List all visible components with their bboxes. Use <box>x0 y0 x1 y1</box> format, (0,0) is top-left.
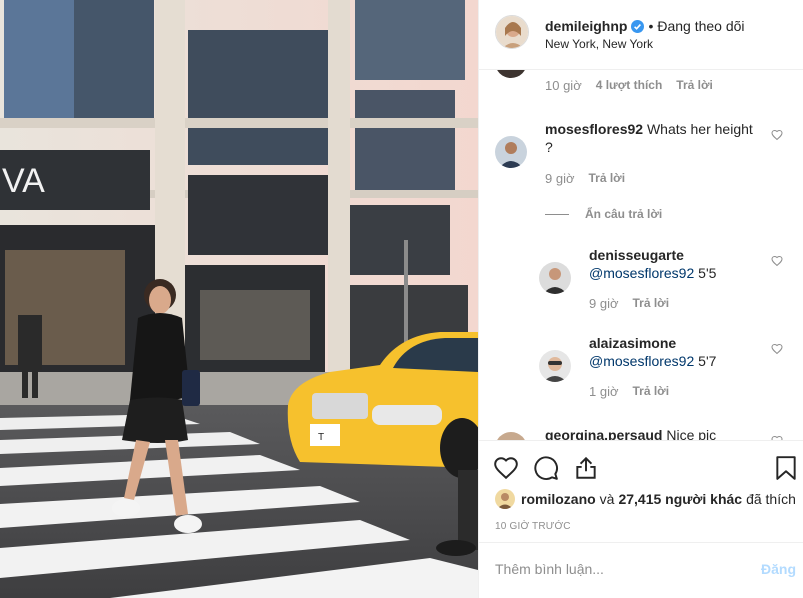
comment-username[interactable]: georgina.persaud <box>545 427 662 440</box>
reply-text: denisseugarte @mosesflores92 5'5 <box>589 246 759 282</box>
comment-body: Nice pic <box>666 427 717 440</box>
likes-connector: và <box>599 491 615 507</box>
heart-icon[interactable] <box>493 455 519 481</box>
comment-meta: 9 giờ Trả lời <box>545 171 625 186</box>
reply-username[interactable]: alaizasimone <box>589 334 759 352</box>
likes-suffix: đã thích <box>746 491 796 507</box>
author-avatar[interactable] <box>495 15 529 49</box>
like-reply-heart-icon[interactable] <box>771 342 783 355</box>
reply-time: 1 giờ <box>589 384 619 399</box>
add-comment-bar: Đăng <box>479 542 803 598</box>
mention-link[interactable]: @mosesflores92 <box>589 265 694 281</box>
post-comment-button[interactable]: Đăng <box>761 561 796 577</box>
liker-avatar[interactable] <box>495 489 515 509</box>
reply-button[interactable]: Trả lời <box>633 384 670 399</box>
following-button[interactable]: Đang theo dõi <box>657 18 744 34</box>
liker-username[interactable]: romilozano <box>521 491 596 507</box>
like-reply-heart-icon[interactable] <box>771 254 783 267</box>
mention-link[interactable]: @mosesflores92 <box>589 353 694 369</box>
comment-avatar[interactable] <box>495 432 527 440</box>
reply-button[interactable]: Trả lời <box>589 171 626 186</box>
comment-icon[interactable] <box>533 455 559 481</box>
reply-meta: 1 giờ Trả lời <box>589 384 669 399</box>
header-line: demileighnp • Đang theo dõi <box>545 18 745 34</box>
comment-avatar[interactable] <box>495 136 527 168</box>
reply-body: 5'7 <box>698 353 717 369</box>
comment-time: 9 giờ <box>545 171 575 186</box>
post-header: demileighnp • Đang theo dõi New York, Ne… <box>479 0 803 70</box>
post-timestamp[interactable]: 10 GIỜ TRƯỚC <box>495 521 571 532</box>
reply-button[interactable]: Trả lời <box>676 78 713 93</box>
comment-likes[interactable]: 4 lượt thích <box>596 78 663 93</box>
comment-time: 10 giờ <box>545 78 582 93</box>
post-photo[interactable]: VA T <box>0 0 478 598</box>
reply-button[interactable]: Trả lời <box>633 296 670 311</box>
post-actions: romilozano và 27,415 người khác đã thích… <box>479 440 803 550</box>
taxi-plate: T <box>318 432 324 443</box>
divider-line <box>545 213 569 215</box>
comment-username[interactable]: mosesflores92 <box>545 121 643 137</box>
storefront-sign: VA <box>2 162 45 200</box>
reply-username[interactable]: denisseugarte <box>589 246 759 264</box>
reply-body: 5'5 <box>698 265 717 281</box>
bookmark-icon[interactable] <box>773 455 799 481</box>
author-username[interactable]: demileighnp <box>545 18 627 34</box>
street-scene-image: VA T <box>0 0 478 598</box>
reply-text: alaizasimone @mosesflores92 5'7 <box>589 334 759 370</box>
comment-text: georgina.persaud Nice pic <box>545 426 760 440</box>
reply-avatar[interactable] <box>539 350 571 382</box>
verified-icon <box>631 19 645 33</box>
like-comment-heart-icon[interactable] <box>771 128 783 141</box>
hide-replies-button[interactable]: Ẩn câu trả lời <box>545 207 662 221</box>
post-details-panel: demileighnp • Đang theo dõi New York, Ne… <box>478 0 803 598</box>
comments-list[interactable]: 10 giờ 4 lượt thích Trả lời mosesflores9… <box>479 70 803 440</box>
reply-time: 9 giờ <box>589 296 619 311</box>
separator-dot: • <box>648 18 654 34</box>
comment-input[interactable] <box>495 561 735 577</box>
post-location[interactable]: New York, New York <box>545 37 653 51</box>
hide-replies-label: Ẩn câu trả lời <box>585 207 663 221</box>
reply-avatar[interactable] <box>539 262 571 294</box>
comment-meta: 10 giờ 4 lượt thích Trả lời <box>545 78 713 93</box>
share-icon[interactable] <box>573 455 599 481</box>
likes-summary[interactable]: romilozano và 27,415 người khác đã thích <box>495 489 796 509</box>
reply-meta: 9 giờ Trả lời <box>589 296 669 311</box>
comment-avatar[interactable] <box>495 70 527 78</box>
comment-text: mosesflores92 Whats her height ? <box>545 120 760 156</box>
likes-count[interactable]: 27,415 người khác <box>618 491 742 507</box>
